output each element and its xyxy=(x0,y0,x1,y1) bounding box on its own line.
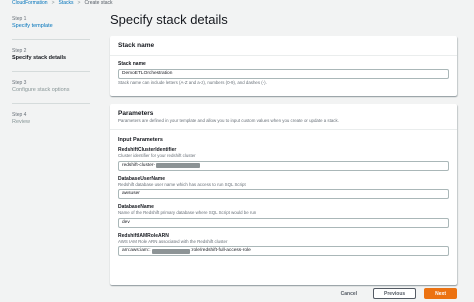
cluster-value-prefix: redshift-cluster- xyxy=(122,162,156,168)
cluster-description: Cluster identifier for your redshift clu… xyxy=(118,153,196,158)
panel-body: Stack name DemoETLOrchestration Stack na… xyxy=(110,56,457,91)
stack-name-panel: Stack name Stack name DemoETLOrchestrati… xyxy=(110,36,457,96)
breadcrumb-cloudformation[interactable]: CloudFormation xyxy=(12,0,48,6)
role-description: AWS IAM Role ARN associated with the Red… xyxy=(118,238,228,244)
db-input[interactable]: dev xyxy=(118,217,449,228)
cluster-input[interactable]: redshift-cluster- xyxy=(118,160,449,171)
wizard-footer: Cancel Previous Next xyxy=(333,288,457,299)
breadcrumb-stacks[interactable]: Stacks xyxy=(59,0,74,6)
breadcrumb-separator: > xyxy=(51,0,55,6)
user-description: Redshift database user name which has ac… xyxy=(118,181,246,187)
db-value: dev xyxy=(122,219,130,225)
user-input[interactable]: awsuser xyxy=(118,189,449,199)
step-1: Step 1 Specify template xyxy=(12,16,96,30)
next-button[interactable]: Next xyxy=(424,288,457,299)
db-field: DatabaseName Name of the Redshift primar… xyxy=(118,204,449,228)
redacted-value xyxy=(156,163,201,168)
step-current-title: Specify stack details xyxy=(12,55,67,61)
role-input[interactable]: arn:aws:iam:::role/redshift-full-access-… xyxy=(118,246,449,256)
step-link-specify-template[interactable]: Specify template xyxy=(12,23,96,30)
redacted-value xyxy=(151,248,190,254)
step-title-review: Review xyxy=(12,119,31,125)
stack-name-input[interactable]: DemoETLOrchestration xyxy=(118,69,449,79)
step-divider xyxy=(12,39,90,40)
breadcrumb-separator: > xyxy=(77,0,81,6)
step-divider xyxy=(12,103,90,104)
step-number: Step 2 xyxy=(12,48,27,54)
step-number: Step 1 xyxy=(12,16,27,22)
parameters-panel: Parameters Parameters are defined in you… xyxy=(110,104,457,285)
db-description: Name of the Redshift primary database wh… xyxy=(118,210,257,215)
previous-button[interactable]: Previous xyxy=(373,288,417,299)
step-title-configure: Configure stack options xyxy=(12,87,70,93)
step-2: Step 2 Specify stack details xyxy=(12,48,96,62)
role-field: RedshiftIAMRoleARN AWS IAM Role ARN asso… xyxy=(118,233,449,256)
stack-name-label: Stack name xyxy=(118,61,146,67)
page-title: Specify stack details xyxy=(110,12,228,27)
breadcrumb-current: Create stack xyxy=(84,0,113,6)
role-value-suffix: :role/redshift-full-access-role xyxy=(190,248,251,253)
input-parameters-heading: Input Parameters xyxy=(118,137,163,143)
user-value: awsuser xyxy=(122,191,140,196)
breadcrumb: CloudFormation > Stacks > Create stack xyxy=(12,0,113,8)
wizard-steps: Step 1 Specify template Step 2 Specify s… xyxy=(12,16,96,135)
panel-header: Stack name xyxy=(110,36,457,56)
panel-header: Parameters Parameters are defined in you… xyxy=(110,104,457,130)
step-3: Step 3 Configure stack options xyxy=(12,80,96,94)
step-number: Step 3 xyxy=(12,80,27,86)
user-field: DatabaseUserName Redshift database user … xyxy=(118,176,449,199)
cancel-button[interactable]: Cancel xyxy=(333,291,365,297)
stack-name-constraint: Stack name can include letters (A-Z and … xyxy=(118,80,267,85)
step-4: Step 4 Review xyxy=(12,112,96,126)
step-divider xyxy=(12,71,90,72)
cluster-field: RedshiftClusterIdentifier Cluster identi… xyxy=(118,147,449,171)
step-number: Step 4 xyxy=(12,112,27,118)
role-value-prefix: arn:aws:iam:: xyxy=(122,248,151,253)
panel-heading: Stack name xyxy=(118,42,155,49)
stack-name-value: DemoETLOrchestration xyxy=(122,71,173,76)
parameters-description: Parameters are defined in your template … xyxy=(118,118,339,123)
panel-body: Input Parameters RedshiftClusterIdentifi… xyxy=(110,130,457,267)
panel-heading: Parameters xyxy=(118,110,154,117)
